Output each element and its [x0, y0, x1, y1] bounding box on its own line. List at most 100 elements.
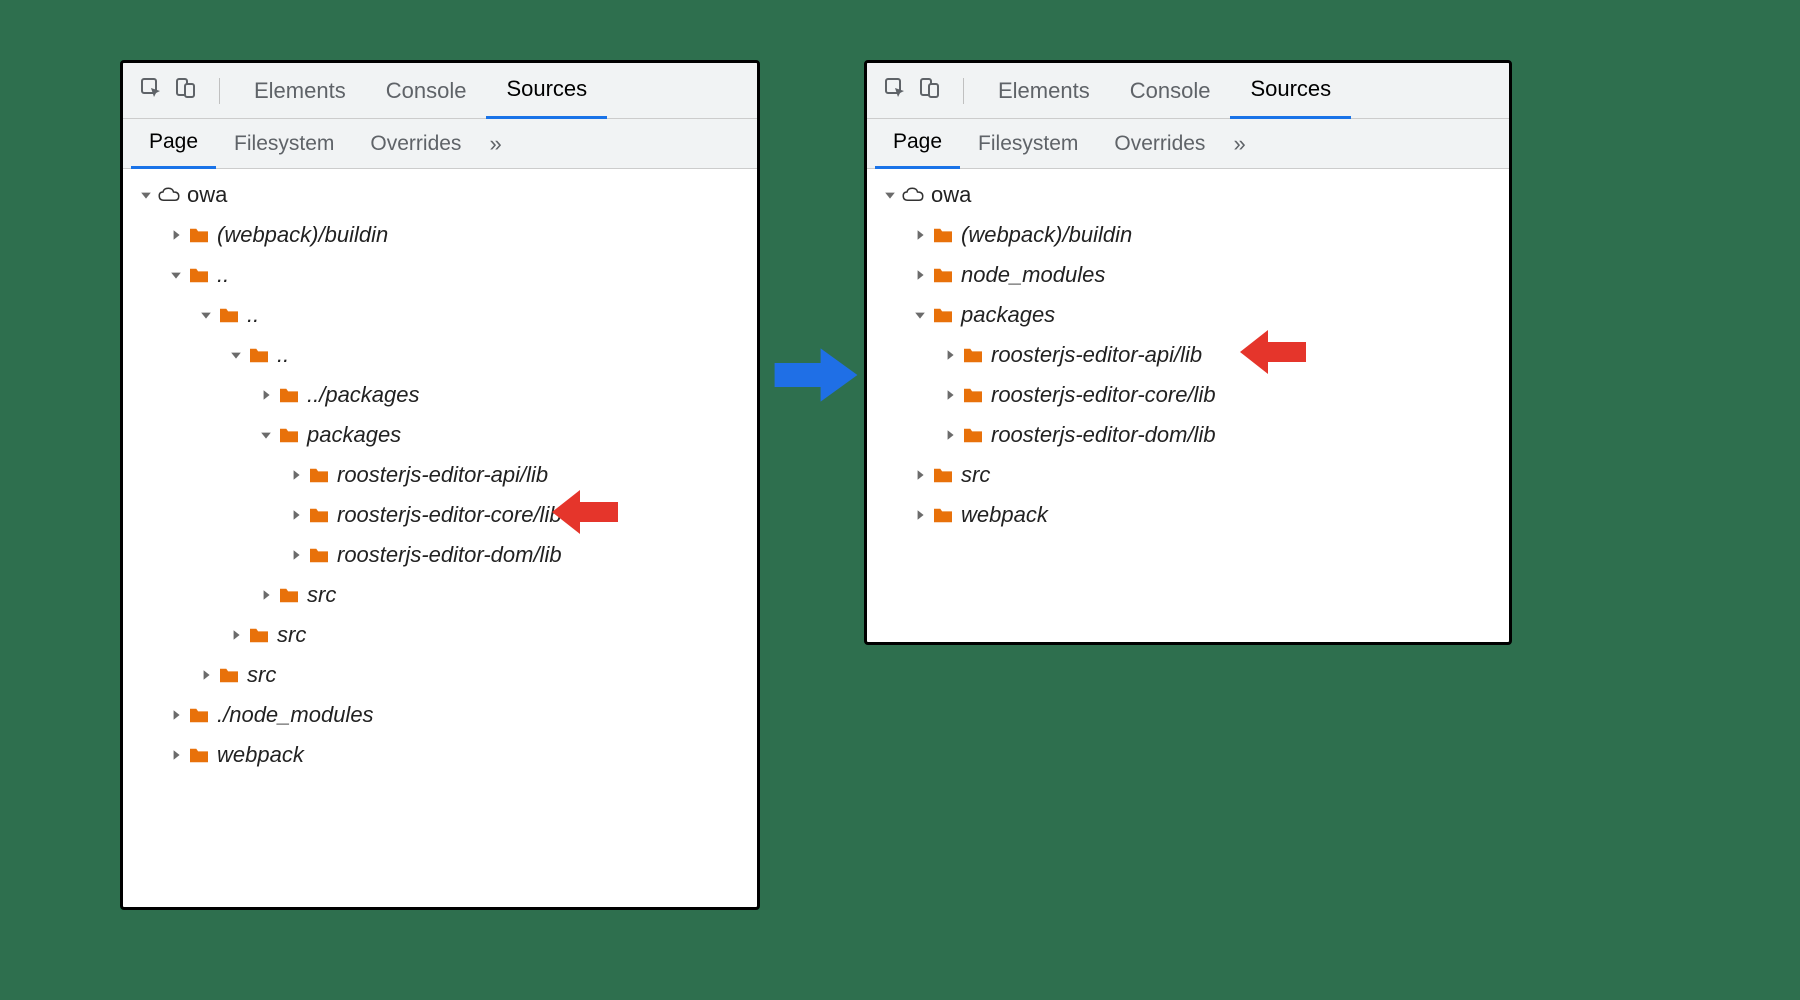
tree-label: webpack	[961, 504, 1048, 526]
tree-item-dotdot-1[interactable]: ..	[127, 255, 757, 295]
subtab-more[interactable]: »	[479, 131, 511, 157]
disclosure-right-icon[interactable]	[943, 388, 957, 402]
tab-label: Console	[1130, 78, 1211, 104]
tree-item-webpack-buildin[interactable]: (webpack)/buildin	[127, 215, 757, 255]
tree-item-dotdot-2[interactable]: ..	[127, 295, 757, 335]
subtab-label: Filesystem	[978, 132, 1078, 156]
tree-label: src	[247, 664, 276, 686]
subtab-page[interactable]: Page	[131, 119, 216, 169]
tab-label: Elements	[998, 78, 1090, 104]
tree-item-rooster-core[interactable]: roosterjs-editor-core/lib	[871, 375, 1509, 415]
disclosure-right-icon[interactable]	[259, 588, 273, 602]
tree-label: webpack	[217, 744, 304, 766]
tab-sources[interactable]: Sources	[1230, 63, 1351, 119]
folder-icon	[187, 223, 211, 247]
tree-label: roosterjs-editor-dom/lib	[991, 424, 1216, 446]
tree-label: (webpack)/buildin	[217, 224, 388, 246]
disclosure-right-icon[interactable]	[913, 508, 927, 522]
toolbar-separator	[219, 78, 220, 104]
tab-elements[interactable]: Elements	[234, 63, 366, 119]
tree-label: roosterjs-editor-api/lib	[991, 344, 1202, 366]
disclosure-down-icon[interactable]	[199, 308, 213, 322]
folder-icon	[247, 623, 271, 647]
disclosure-right-icon[interactable]	[229, 628, 243, 642]
tree-item-webpack[interactable]: webpack	[871, 495, 1509, 535]
folder-icon	[307, 503, 331, 527]
tree-label: src	[277, 624, 306, 646]
tree-item-rooster-api[interactable]: roosterjs-editor-api/lib	[127, 455, 757, 495]
tab-console[interactable]: Console	[366, 63, 487, 119]
subtab-overrides[interactable]: Overrides	[1096, 119, 1223, 169]
tree-item-dotdot-3[interactable]: ..	[127, 335, 757, 375]
disclosure-down-icon[interactable]	[259, 428, 273, 442]
toggle-device-toolbar-icon[interactable]	[173, 76, 197, 106]
tab-sources[interactable]: Sources	[486, 63, 607, 119]
disclosure-right-icon[interactable]	[169, 748, 183, 762]
tab-label: Console	[386, 78, 467, 104]
subtab-filesystem[interactable]: Filesystem	[960, 119, 1096, 169]
disclosure-right-icon[interactable]	[289, 548, 303, 562]
disclosure-down-icon[interactable]	[883, 188, 897, 202]
folder-icon	[217, 303, 241, 327]
tree-label: ../packages	[307, 384, 420, 406]
folder-icon	[931, 303, 955, 327]
file-tree-before: owa (webpack)/buildin .. .. .. ../packag…	[123, 169, 757, 781]
tree-item-rooster-core[interactable]: roosterjs-editor-core/lib	[127, 495, 757, 535]
folder-icon	[931, 263, 955, 287]
disclosure-right-icon[interactable]	[913, 468, 927, 482]
tab-elements[interactable]: Elements	[978, 63, 1110, 119]
disclosure-right-icon[interactable]	[943, 348, 957, 362]
tree-item-dotdot-packages[interactable]: ../packages	[127, 375, 757, 415]
tree-root[interactable]: owa	[871, 175, 1509, 215]
sources-subtoolbar: Page Filesystem Overrides »	[123, 119, 757, 169]
tree-item-rooster-api[interactable]: roosterjs-editor-api/lib	[871, 335, 1509, 375]
subtab-filesystem[interactable]: Filesystem	[216, 119, 352, 169]
disclosure-right-icon[interactable]	[289, 468, 303, 482]
disclosure-right-icon[interactable]	[943, 428, 957, 442]
tab-label: Sources	[1250, 76, 1331, 102]
tree-label: roosterjs-editor-api/lib	[337, 464, 548, 486]
disclosure-down-icon[interactable]	[913, 308, 927, 322]
disclosure-right-icon[interactable]	[913, 228, 927, 242]
toolbar-separator	[963, 78, 964, 104]
disclosure-right-icon[interactable]	[913, 268, 927, 282]
tree-item-webpack-buildin[interactable]: (webpack)/buildin	[871, 215, 1509, 255]
tree-label: owa	[187, 184, 227, 206]
disclosure-down-icon[interactable]	[169, 268, 183, 282]
tree-root[interactable]: owa	[127, 175, 757, 215]
subtab-more[interactable]: »	[1223, 131, 1255, 157]
folder-icon	[277, 423, 301, 447]
subtab-page[interactable]: Page	[875, 119, 960, 169]
subtab-overrides[interactable]: Overrides	[352, 119, 479, 169]
toggle-device-toolbar-icon[interactable]	[917, 76, 941, 106]
tree-item-node-modules[interactable]: ./node_modules	[127, 695, 757, 735]
tree-item-src[interactable]: src	[871, 455, 1509, 495]
tree-item-src-l2[interactable]: src	[127, 655, 757, 695]
tree-item-src-l3[interactable]: src	[127, 615, 757, 655]
disclosure-down-icon[interactable]	[139, 188, 153, 202]
folder-icon	[931, 463, 955, 487]
folder-icon	[961, 343, 985, 367]
disclosure-down-icon[interactable]	[229, 348, 243, 362]
disclosure-right-icon[interactable]	[259, 388, 273, 402]
tree-item-packages[interactable]: packages	[127, 415, 757, 455]
tree-label: ..	[247, 304, 259, 326]
tree-item-rooster-dom[interactable]: roosterjs-editor-dom/lib	[127, 535, 757, 575]
tree-item-node-modules[interactable]: node_modules	[871, 255, 1509, 295]
tree-item-src-l4[interactable]: src	[127, 575, 757, 615]
tree-item-packages[interactable]: packages	[871, 295, 1509, 335]
tree-item-rooster-dom[interactable]: roosterjs-editor-dom/lib	[871, 415, 1509, 455]
disclosure-right-icon[interactable]	[289, 508, 303, 522]
folder-icon	[277, 583, 301, 607]
tree-label: packages	[307, 424, 401, 446]
tree-label: roosterjs-editor-core/lib	[991, 384, 1216, 406]
disclosure-right-icon[interactable]	[169, 708, 183, 722]
transition-arrow-icon	[770, 340, 862, 410]
disclosure-right-icon[interactable]	[169, 228, 183, 242]
tree-item-webpack[interactable]: webpack	[127, 735, 757, 775]
inspect-element-icon[interactable]	[883, 76, 907, 106]
disclosure-right-icon[interactable]	[199, 668, 213, 682]
cloud-icon	[157, 183, 181, 207]
inspect-element-icon[interactable]	[139, 76, 163, 106]
tab-console[interactable]: Console	[1110, 63, 1231, 119]
